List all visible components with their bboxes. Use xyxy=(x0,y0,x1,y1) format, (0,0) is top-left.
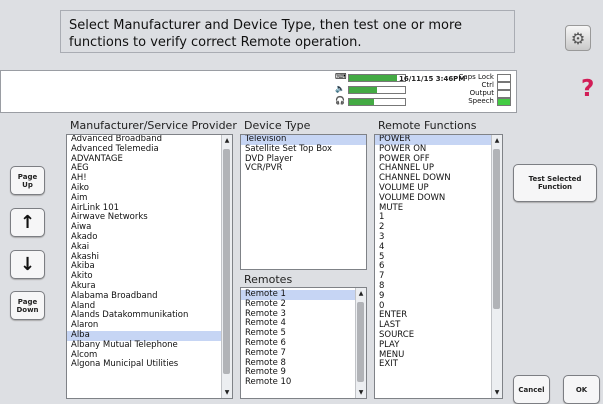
level-fill xyxy=(349,87,377,93)
manufacturer-item[interactable]: AH! xyxy=(67,173,232,184)
arrow-up-icon: ↑ xyxy=(19,212,36,233)
manufacturer-heading: Manufacturer/Service Provider xyxy=(70,119,237,132)
date-time: 16/11/15 3:46PM xyxy=(399,75,466,83)
down-arrow-button[interactable]: ↓ xyxy=(10,250,45,279)
cancel-button[interactable]: Cancel xyxy=(513,375,550,404)
up-arrow-button[interactable]: ↑ xyxy=(10,208,45,237)
scroll-thumb[interactable] xyxy=(493,149,500,309)
page-up-label: Page Up xyxy=(17,172,38,189)
scroll-down-icon[interactable]: ▼ xyxy=(222,389,232,396)
indicator-light xyxy=(497,82,511,90)
status-bar: ⌨ 🔈 🎧 16/11/15 3:46PM Caps Lock Ctrl Output S… xyxy=(0,70,517,113)
manufacturer-item[interactable]: ADVANTAGE xyxy=(67,154,232,165)
functions-list[interactable]: POWER POWER ON POWER OFF CHANNEL UP CHANNEL … xyxy=(374,134,503,399)
function-item[interactable]: 5 xyxy=(375,252,502,263)
device-type-heading: Device Type xyxy=(244,119,311,132)
manufacturer-item[interactable]: Akado xyxy=(67,232,232,243)
indicator-label: Ctrl xyxy=(481,81,494,89)
page-down-label: Page Down xyxy=(16,297,39,314)
manufacturer-list[interactable]: Advanced Broadband Advanced Telemedia ADVA… xyxy=(66,134,233,399)
function-item[interactable]: MUTE xyxy=(375,203,502,214)
speaker-icon: 🔈 xyxy=(335,84,345,93)
scroll-down-icon[interactable]: ▼ xyxy=(356,389,366,396)
manufacturer-item[interactable]: Airwave Networks xyxy=(67,213,232,223)
cancel-label: Cancel xyxy=(518,385,545,394)
indicator-light xyxy=(497,98,511,106)
indicator-light xyxy=(497,90,511,98)
function-item[interactable]: 4 xyxy=(375,242,502,253)
gear-icon: ⚙ xyxy=(570,29,586,48)
ok-button[interactable]: OK xyxy=(563,375,600,404)
function-item[interactable]: 9 xyxy=(375,291,502,302)
arrow-down-icon: ↓ xyxy=(19,254,36,275)
function-item[interactable]: 7 xyxy=(375,271,502,282)
instruction-panel: Select Manufacturer and Device Type, the… xyxy=(60,10,515,53)
headphones-icon: 🎧 xyxy=(335,96,345,105)
function-item[interactable]: 2 xyxy=(375,222,502,233)
device-type-list[interactable]: Television Satellite Set Top Box DVD Playe… xyxy=(240,134,367,270)
indicator-label: Speech xyxy=(468,97,494,105)
page-down-button[interactable]: Page Down xyxy=(10,291,45,320)
device-type-item[interactable]: VCR/PVR xyxy=(241,164,366,174)
functions-scrollbar[interactable]: ▲ ▼ xyxy=(491,135,502,398)
scroll-up-icon[interactable]: ▲ xyxy=(492,137,502,144)
remotes-scrollbar[interactable]: ▲ ▼ xyxy=(355,288,366,398)
manufacturer-item[interactable]: Alaron xyxy=(67,320,232,331)
indicator-label: Caps Lock xyxy=(458,73,494,81)
level-fill xyxy=(349,99,375,105)
test-function-button[interactable]: Test Selected Function xyxy=(513,164,597,202)
scroll-down-icon[interactable]: ▼ xyxy=(492,389,502,396)
remotes-list[interactable]: Remote 1 Remote 2 Remote 3 Remote 4 Remote 5… xyxy=(240,287,367,399)
function-item[interactable]: EXIT xyxy=(375,360,502,370)
ok-label: OK xyxy=(575,385,588,394)
remotes-heading: Remotes xyxy=(244,273,293,286)
scroll-up-icon[interactable]: ▲ xyxy=(222,137,232,144)
test-function-label: Test Selected Function xyxy=(528,175,582,191)
scroll-up-icon[interactable]: ▲ xyxy=(356,290,366,297)
keyboard-icon: ⌨ xyxy=(335,72,347,81)
level-meter xyxy=(348,86,406,94)
level-meter xyxy=(348,74,406,82)
manufacturer-item[interactable]: AEG xyxy=(67,164,232,174)
indicator-label: Output xyxy=(469,89,494,97)
level-meter xyxy=(348,98,406,106)
instruction-text: Select Manufacturer and Device Type, the… xyxy=(69,18,462,50)
page-up-button[interactable]: Page Up xyxy=(10,166,45,195)
function-item[interactable]: 8 xyxy=(375,281,502,292)
functions-heading: Remote Functions xyxy=(378,119,477,132)
function-item[interactable]: 6 xyxy=(375,262,502,272)
function-item[interactable]: 1 xyxy=(375,213,502,223)
scroll-thumb[interactable] xyxy=(357,302,364,382)
remote-item[interactable]: Remote 10 xyxy=(241,377,366,388)
manufacturer-item[interactable]: Algona Municipal Utilities xyxy=(67,360,232,370)
help-button[interactable]: ? xyxy=(581,76,594,102)
level-fill xyxy=(349,75,397,81)
scroll-thumb[interactable] xyxy=(223,149,230,374)
function-item[interactable]: 3 xyxy=(375,232,502,243)
manufacturer-item[interactable]: Aiko xyxy=(67,183,232,194)
indicator-light xyxy=(497,74,511,82)
settings-button[interactable]: ⚙ xyxy=(565,25,591,51)
manufacturer-scrollbar[interactable]: ▲ ▼ xyxy=(221,135,232,398)
